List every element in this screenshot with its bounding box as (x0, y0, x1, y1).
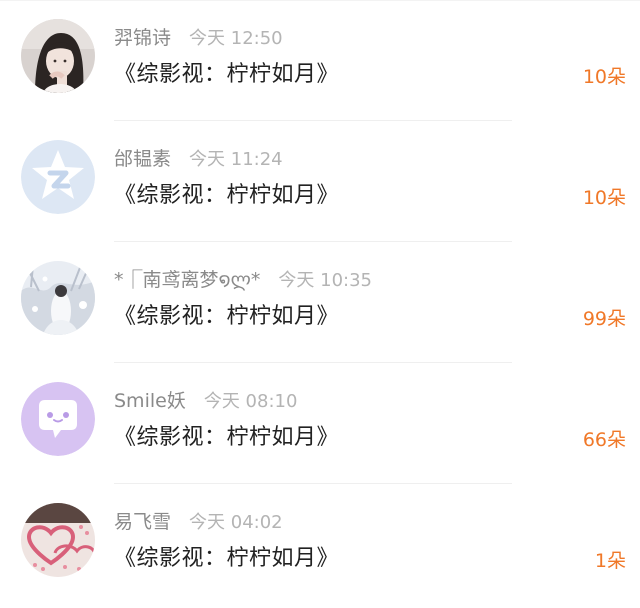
chat-bubble-avatar-icon[interactable] (21, 382, 95, 456)
sender-name: *⎾南鸢离梦໑ლ* 今天 10:35 (114, 266, 372, 295)
gift-record-row[interactable]: 邰韫素 今天 11:24 《综影视：柠柠如月》 10朵 (0, 121, 640, 242)
heart-photo-avatar-icon[interactable] (21, 503, 95, 577)
sender-name-text: *⎾南鸢离梦໑ლ* (114, 269, 261, 291)
book-title: 《综影视：柠柠如月》 (114, 304, 340, 329)
send-time: 今天 11:24 (189, 149, 283, 170)
gift-record-row[interactable]: 易飞雪 今天 04:02 《综影视：柠柠如月》 1朵 (0, 484, 640, 605)
send-time: 今天 08:10 (203, 391, 298, 412)
gift-amount: 66朵 (582, 429, 626, 451)
book-title: 《综影视：柠柠如月》 (114, 183, 340, 208)
girl-photo-avatar-icon[interactable] (21, 19, 95, 93)
gift-amount: 99朵 (582, 308, 626, 330)
gift-amount: 10朵 (582, 66, 626, 88)
qq-default-avatar-icon[interactable] (21, 140, 95, 214)
gift-record-list: 羿锦诗 今天 12:50 《综影视：柠柠如月》 10朵 邰韫素 今天 11:24 《… (0, 0, 640, 608)
gift-record-row[interactable]: 羿锦诗 今天 12:50 《综影视：柠柠如月》 10朵 (0, 0, 640, 121)
gift-record-row[interactable]: Smile妖 今天 08:10 《综影视：柠柠如月》 66朵 (0, 363, 640, 484)
send-time: 今天 12:50 (189, 28, 283, 49)
sender-name: 邰韫素 今天 11:24 (114, 145, 283, 174)
snow-scene-avatar-icon[interactable] (21, 261, 95, 335)
sender-name: 羿锦诗 今天 12:50 (114, 24, 283, 53)
book-title: 《综影视：柠柠如月》 (114, 425, 340, 450)
sender-name-text: 邰韫素 (114, 148, 172, 170)
send-time: 今天 10:35 (278, 270, 373, 291)
send-time: 今天 04:02 (189, 512, 283, 533)
sender-name-text: 羿锦诗 (114, 27, 172, 49)
gift-amount: 10朵 (582, 187, 626, 209)
book-title: 《综影视：柠柠如月》 (114, 62, 340, 87)
sender-name: 易飞雪 今天 04:02 (114, 508, 283, 537)
sender-name-text: Smile妖 (114, 390, 186, 412)
book-title: 《综影视：柠柠如月》 (114, 546, 340, 571)
sender-name: Smile妖 今天 08:10 (114, 387, 297, 416)
gift-record-row[interactable]: *⎾南鸢离梦໑ლ* 今天 10:35 《综影视：柠柠如月》 99朵 (0, 242, 640, 363)
gift-amount: 1朵 (594, 550, 626, 572)
sender-name-text: 易飞雪 (114, 511, 172, 533)
